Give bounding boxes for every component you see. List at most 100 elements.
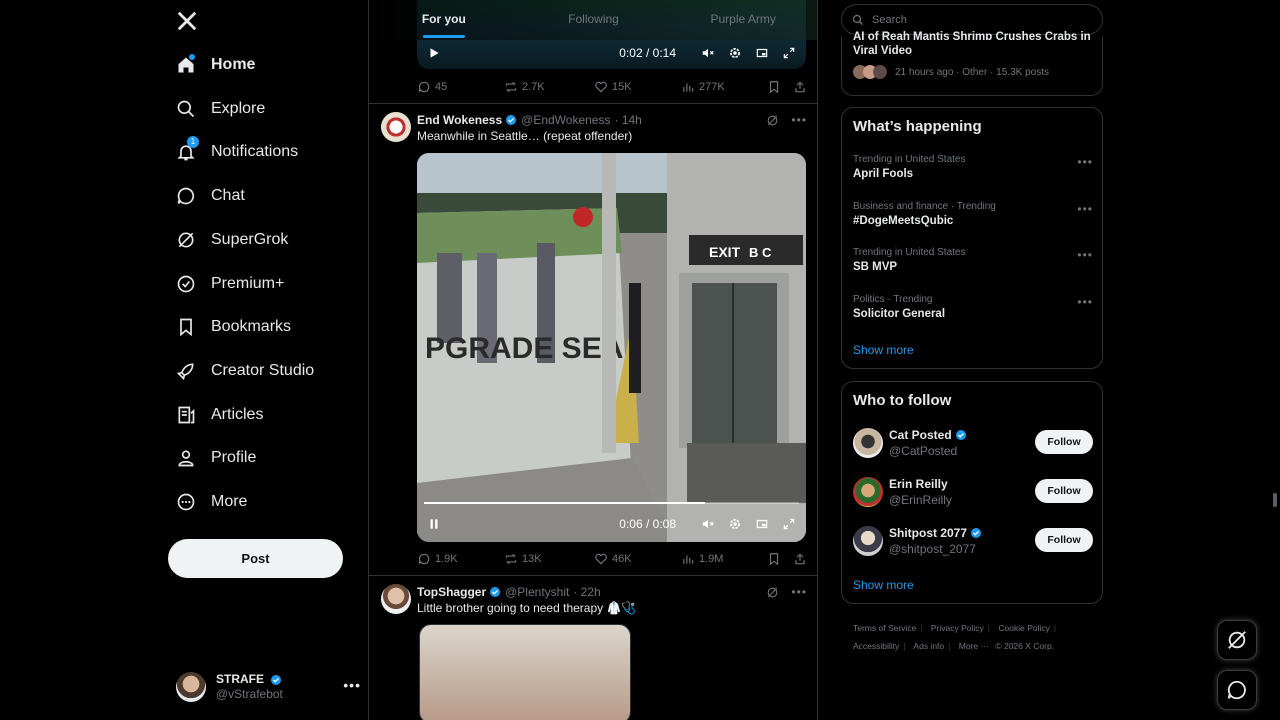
trend-item[interactable]: Trending in United States SB MVP ••• <box>853 246 1093 276</box>
footer-privacy-link[interactable]: Privacy Policy <box>931 623 984 633</box>
repost-button[interactable]: 2.7K <box>504 80 594 94</box>
footer-ads-link[interactable]: Ads info <box>913 641 944 651</box>
avatar[interactable] <box>381 112 411 142</box>
tweet-more-icon[interactable]: ••• <box>791 585 807 599</box>
trend-item[interactable]: Politics · Trending Solicitor General ••… <box>853 293 1093 323</box>
views-button[interactable]: 1.9M <box>681 552 723 566</box>
tweet-divider <box>369 575 817 576</box>
pip-icon[interactable] <box>755 46 769 60</box>
footer-terms-link[interactable]: Terms of Service <box>853 623 916 633</box>
trend-more-icon[interactable]: ••• <box>1077 202 1093 216</box>
views-button[interactable]: 277K <box>681 80 725 94</box>
nav-bookmarks[interactable]: Bookmarks <box>168 307 358 347</box>
account-switcher[interactable]: STRAFE @vStrafebot ••• <box>176 667 361 707</box>
news-title-line1: AI of Reah Mantis Shrimp Crushes Crabs i… <box>853 31 1091 40</box>
repost-button[interactable]: 13K <box>504 552 594 566</box>
settings-gear-icon[interactable] <box>728 46 742 60</box>
share-icon[interactable] <box>793 552 807 566</box>
search-placeholder: Search <box>872 13 907 26</box>
fullscreen-icon[interactable] <box>782 46 796 60</box>
settings-gear-icon[interactable] <box>728 517 742 531</box>
video-time: 0:02 / 0:14 <box>619 46 676 60</box>
tweet-author-handle[interactable]: @EndWokeness <box>521 113 610 127</box>
show-more-link[interactable]: Show more <box>853 343 914 357</box>
tweet-author-name[interactable]: End Wokeness <box>417 113 502 127</box>
bookmark-icon[interactable] <box>767 552 781 566</box>
mute-icon[interactable] <box>701 46 715 60</box>
trend-item[interactable]: Trending in United States April Fools ••… <box>853 153 1093 183</box>
nav-home[interactable]: Home <box>168 45 358 85</box>
follow-suggestion[interactable]: Shitpost 2077 @shitpost_2077 Follow <box>853 523 1093 559</box>
person-icon <box>168 445 204 471</box>
tweet-timestamp[interactable]: · 22h <box>573 585 600 599</box>
nav-label: Chat <box>211 187 245 204</box>
footer-more-link[interactable]: More ··· <box>959 641 989 651</box>
tweet-author-name[interactable]: TopShagger <box>417 585 486 599</box>
pause-icon[interactable] <box>427 517 441 531</box>
trend-more-icon[interactable]: ••• <box>1077 155 1093 169</box>
play-icon[interactable] <box>427 46 441 60</box>
nav-explore[interactable]: Explore <box>168 89 358 129</box>
trending-news-card[interactable]: AI of Reah Mantis Shrimp Crushes Crabs i… <box>841 31 1103 96</box>
follow-button[interactable]: Follow <box>1035 430 1093 454</box>
nav-premium[interactable]: Premium+ <box>168 264 358 304</box>
nav-supergrok[interactable]: SuperGrok <box>168 220 358 260</box>
tab-following[interactable]: Following <box>519 0 669 40</box>
account-more-icon[interactable]: ••• <box>343 677 361 693</box>
reply-button[interactable]: 45 <box>417 80 504 94</box>
grok-icon[interactable] <box>766 586 779 599</box>
avatar <box>176 672 206 702</box>
nav-notifications[interactable]: 1 Notifications <box>168 132 358 172</box>
bookmark-icon[interactable] <box>767 80 781 94</box>
verified-badge-icon <box>490 587 501 597</box>
grok-floating-button[interactable] <box>1217 620 1257 660</box>
previous-tweet-actions: 45 2.7K 15K 277K <box>417 78 807 96</box>
follow-suggestion[interactable]: Erin Reilly @ErinReilly Follow <box>853 474 1093 510</box>
nav-articles[interactable]: Articles <box>168 395 358 435</box>
tweet-video[interactable]: PGRADE SEA EXIT B C 0:06 / 0:08 <box>417 153 806 542</box>
nav-chat[interactable]: Chat <box>168 176 358 216</box>
video-progress-bar[interactable] <box>424 502 799 504</box>
verified-badge-icon <box>506 115 517 125</box>
like-button[interactable]: 46K <box>594 552 681 566</box>
tweet-divider <box>369 103 817 104</box>
follow-button[interactable]: Follow <box>1035 528 1093 552</box>
nav-label: More <box>211 493 248 510</box>
tweet-timestamp[interactable]: · 14h <box>614 113 641 127</box>
post-button[interactable]: Post <box>168 539 343 578</box>
tweet-media[interactable] <box>419 624 631 720</box>
grok-icon[interactable] <box>766 114 779 127</box>
trend-more-icon[interactable]: ••• <box>1077 295 1093 309</box>
share-icon[interactable] <box>793 80 807 94</box>
home-unread-dot <box>189 54 195 60</box>
footer-accessibility-link[interactable]: Accessibility <box>853 641 899 651</box>
mute-icon[interactable] <box>701 517 715 531</box>
trend-item[interactable]: Business and finance · Trending #DogeMee… <box>853 200 1093 230</box>
fullscreen-icon[interactable] <box>782 517 796 531</box>
follow-suggestion[interactable]: Cat Posted @CatPosted Follow <box>853 425 1093 461</box>
tab-for-you[interactable]: For you <box>369 0 519 40</box>
follow-button[interactable]: Follow <box>1035 479 1093 503</box>
x-logo-icon[interactable] <box>176 8 202 34</box>
show-more-link[interactable]: Show more <box>853 578 914 592</box>
messages-floating-button[interactable] <box>1217 670 1257 710</box>
tweet-more-icon[interactable]: ••• <box>791 113 807 127</box>
nav-creator-studio[interactable]: Creator Studio <box>168 351 358 391</box>
page-scrollbar[interactable] <box>1273 493 1277 507</box>
avatar <box>853 526 883 556</box>
like-count: 15K <box>612 81 632 93</box>
footer-cookie-link[interactable]: Cookie Policy <box>998 623 1050 633</box>
tab-purple-army[interactable]: Purple Army <box>668 0 817 40</box>
nav-more[interactable]: More <box>168 482 358 522</box>
nav-profile[interactable]: Profile <box>168 438 358 478</box>
avatar[interactable] <box>381 584 411 614</box>
trend-more-icon[interactable]: ••• <box>1077 248 1093 262</box>
nav-label: Creator Studio <box>211 362 315 379</box>
pip-icon[interactable] <box>755 517 769 531</box>
tweet-author-handle[interactable]: @Plentyshit <box>505 585 569 599</box>
reply-count: 45 <box>435 81 448 93</box>
account-handle: @vStrafebot <box>216 687 283 701</box>
reply-button[interactable]: 1.9K <box>417 552 504 566</box>
grok-icon <box>1228 631 1246 649</box>
like-button[interactable]: 15K <box>594 80 681 94</box>
